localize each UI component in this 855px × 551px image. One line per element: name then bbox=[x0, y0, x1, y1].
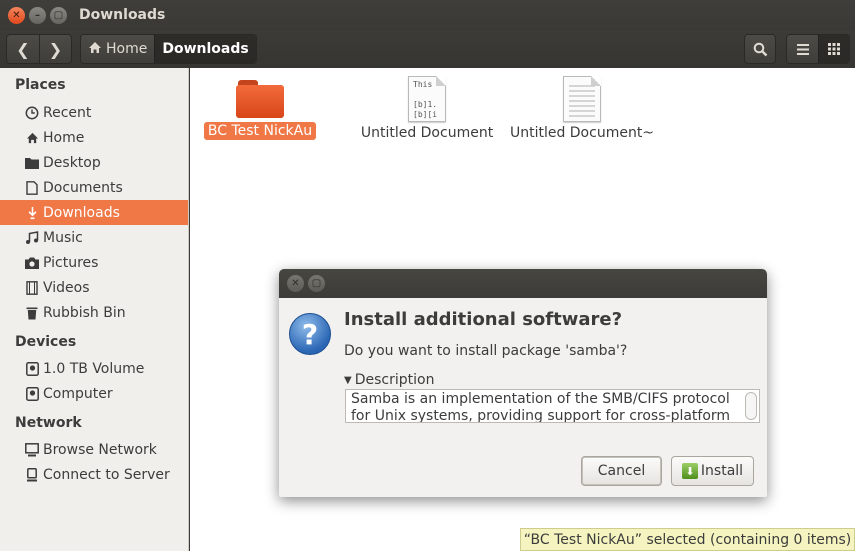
sidebar-item-label: Computer bbox=[43, 385, 113, 402]
drive-icon bbox=[24, 361, 40, 376]
sidebar-item-home[interactable]: Home bbox=[0, 125, 188, 150]
file-name: Untitled Document bbox=[360, 125, 494, 141]
folder-icon bbox=[24, 157, 40, 169]
sidebar-item-label: Connect to Server bbox=[43, 466, 170, 483]
chevron-right-icon: ❯ bbox=[48, 39, 63, 59]
chevron-left-icon: ❮ bbox=[16, 39, 30, 59]
sidebar-item-label: Downloads bbox=[43, 204, 120, 221]
sidebar-item-label: Rubbish Bin bbox=[43, 304, 126, 321]
description-text: Samba is an implementation of the SMB/CI… bbox=[351, 391, 731, 423]
sidebar-item-label: Desktop bbox=[43, 154, 101, 171]
install-button[interactable]: ⬇ Install bbox=[671, 456, 754, 486]
clock-icon bbox=[24, 106, 40, 120]
breadcrumb-home-label: Home bbox=[106, 41, 148, 57]
breadcrumb: Home Downloads bbox=[80, 34, 257, 64]
status-bar: “BC Test NickAu” selected (containing 0 … bbox=[520, 528, 855, 551]
sidebar-item-videos[interactable]: Videos bbox=[0, 275, 188, 300]
sidebar-item-music[interactable]: Music bbox=[0, 225, 188, 250]
dialog-close-button[interactable]: ✕ bbox=[287, 275, 304, 292]
list-view-icon bbox=[796, 43, 809, 55]
triangle-down-icon: ▼ bbox=[344, 374, 352, 386]
install-dialog: ✕ ▢ ? Install additional software? Do yo… bbox=[279, 269, 767, 497]
breadcrumb-home[interactable]: Home bbox=[81, 35, 155, 63]
grid-view-icon bbox=[828, 43, 840, 55]
cancel-button-label: Cancel bbox=[597, 463, 646, 479]
sidebar-item-label: Music bbox=[43, 229, 83, 246]
back-button[interactable]: ❮ bbox=[7, 35, 39, 63]
sidebar-item-label: Documents bbox=[43, 179, 123, 196]
search-button[interactable] bbox=[744, 34, 776, 64]
close-window-button[interactable]: ✕ bbox=[8, 6, 25, 24]
expander-label: Description bbox=[354, 372, 435, 388]
sidebar-item-documents[interactable]: Documents bbox=[0, 175, 188, 200]
trash-icon bbox=[24, 306, 40, 320]
sidebar-item-label: 1.0 TB Volume bbox=[43, 360, 145, 377]
dialog-titlebar: ✕ ▢ bbox=[279, 269, 767, 298]
text-document-icon: This [b]1. [b][i bbox=[408, 76, 446, 122]
sidebar-item-pictures[interactable]: Pictures bbox=[0, 250, 188, 275]
folder-icon bbox=[236, 76, 284, 120]
sidebar-item-computer[interactable]: Computer bbox=[0, 381, 188, 406]
toolbar: ❮ ❯ Home Downloads bbox=[0, 30, 855, 68]
install-button-label: Install bbox=[700, 463, 744, 479]
sidebar-section-devices: Devices bbox=[15, 334, 77, 350]
home-icon bbox=[24, 132, 40, 144]
text-document-icon bbox=[563, 76, 601, 122]
file-name: Untitled Document~ bbox=[509, 125, 655, 141]
search-icon bbox=[753, 42, 767, 56]
description-expander[interactable]: ▼ Description bbox=[344, 372, 434, 388]
list-view-button[interactable] bbox=[787, 35, 818, 63]
download-icon bbox=[24, 206, 40, 220]
dialog-message: Do you want to install package 'samba'? bbox=[344, 343, 628, 359]
window-title: Downloads bbox=[79, 7, 166, 23]
sidebar-item-label: Pictures bbox=[43, 254, 99, 271]
breadcrumb-downloads[interactable]: Downloads bbox=[154, 35, 256, 63]
question-icon: ? bbox=[289, 313, 331, 355]
maximize-window-button[interactable]: ▢ bbox=[50, 6, 67, 24]
film-icon bbox=[24, 280, 40, 295]
sidebar-item-desktop[interactable]: Desktop bbox=[0, 150, 188, 175]
sidebar-item-connect-server[interactable]: Connect to Server bbox=[0, 462, 188, 487]
sidebar-item-label: Videos bbox=[43, 279, 90, 296]
sidebar-item-label: Home bbox=[43, 129, 85, 146]
view-switcher bbox=[786, 34, 850, 64]
forward-button[interactable]: ❯ bbox=[39, 35, 71, 63]
cancel-button[interactable]: Cancel bbox=[581, 456, 662, 486]
sidebar-item-label: Browse Network bbox=[43, 441, 157, 458]
sidebar-item-rubbish-bin[interactable]: Rubbish Bin bbox=[0, 300, 188, 325]
file-name: BC Test NickAu bbox=[203, 122, 317, 140]
document-icon bbox=[24, 180, 40, 195]
drive-icon bbox=[24, 386, 40, 401]
sidebar-section-network: Network bbox=[15, 415, 82, 431]
sidebar-section-places: Places bbox=[15, 77, 66, 93]
description-textview[interactable]: Samba is an implementation of the SMB/CI… bbox=[345, 389, 760, 423]
dialog-maximize-button[interactable]: ▢ bbox=[308, 275, 325, 292]
dialog-heading: Install additional software? bbox=[344, 309, 623, 330]
camera-icon bbox=[24, 257, 40, 269]
history-buttons: ❮ ❯ bbox=[6, 34, 72, 64]
network-icon bbox=[24, 442, 40, 457]
sidebar-item-browse-network[interactable]: Browse Network bbox=[0, 437, 188, 462]
file-item-document-backup[interactable]: Untitled Document~ bbox=[510, 76, 654, 142]
music-icon bbox=[24, 230, 40, 245]
sidebar-item-label: Recent bbox=[43, 104, 92, 121]
description-scrollbar[interactable] bbox=[745, 392, 757, 420]
breadcrumb-downloads-label: Downloads bbox=[162, 41, 249, 57]
sidebar-item-recent[interactable]: Recent bbox=[0, 100, 188, 125]
sidebar-item-volume[interactable]: 1.0 TB Volume bbox=[0, 356, 188, 381]
server-icon bbox=[24, 467, 40, 482]
grid-view-button[interactable] bbox=[818, 35, 849, 63]
sidebar-item-downloads[interactable]: Downloads bbox=[0, 200, 188, 225]
file-item-document[interactable]: This [b]1. [b][i Untitled Document bbox=[357, 76, 497, 142]
file-item-folder[interactable]: BC Test NickAu bbox=[190, 76, 330, 140]
minimize-window-button[interactable]: – bbox=[29, 6, 46, 24]
window-titlebar: ✕ – ▢ Downloads bbox=[0, 0, 855, 30]
install-arrow-icon: ⬇ bbox=[681, 463, 698, 479]
home-icon bbox=[88, 41, 102, 58]
sidebar: Places Recent Home Desktop Documents Dow… bbox=[0, 68, 189, 551]
